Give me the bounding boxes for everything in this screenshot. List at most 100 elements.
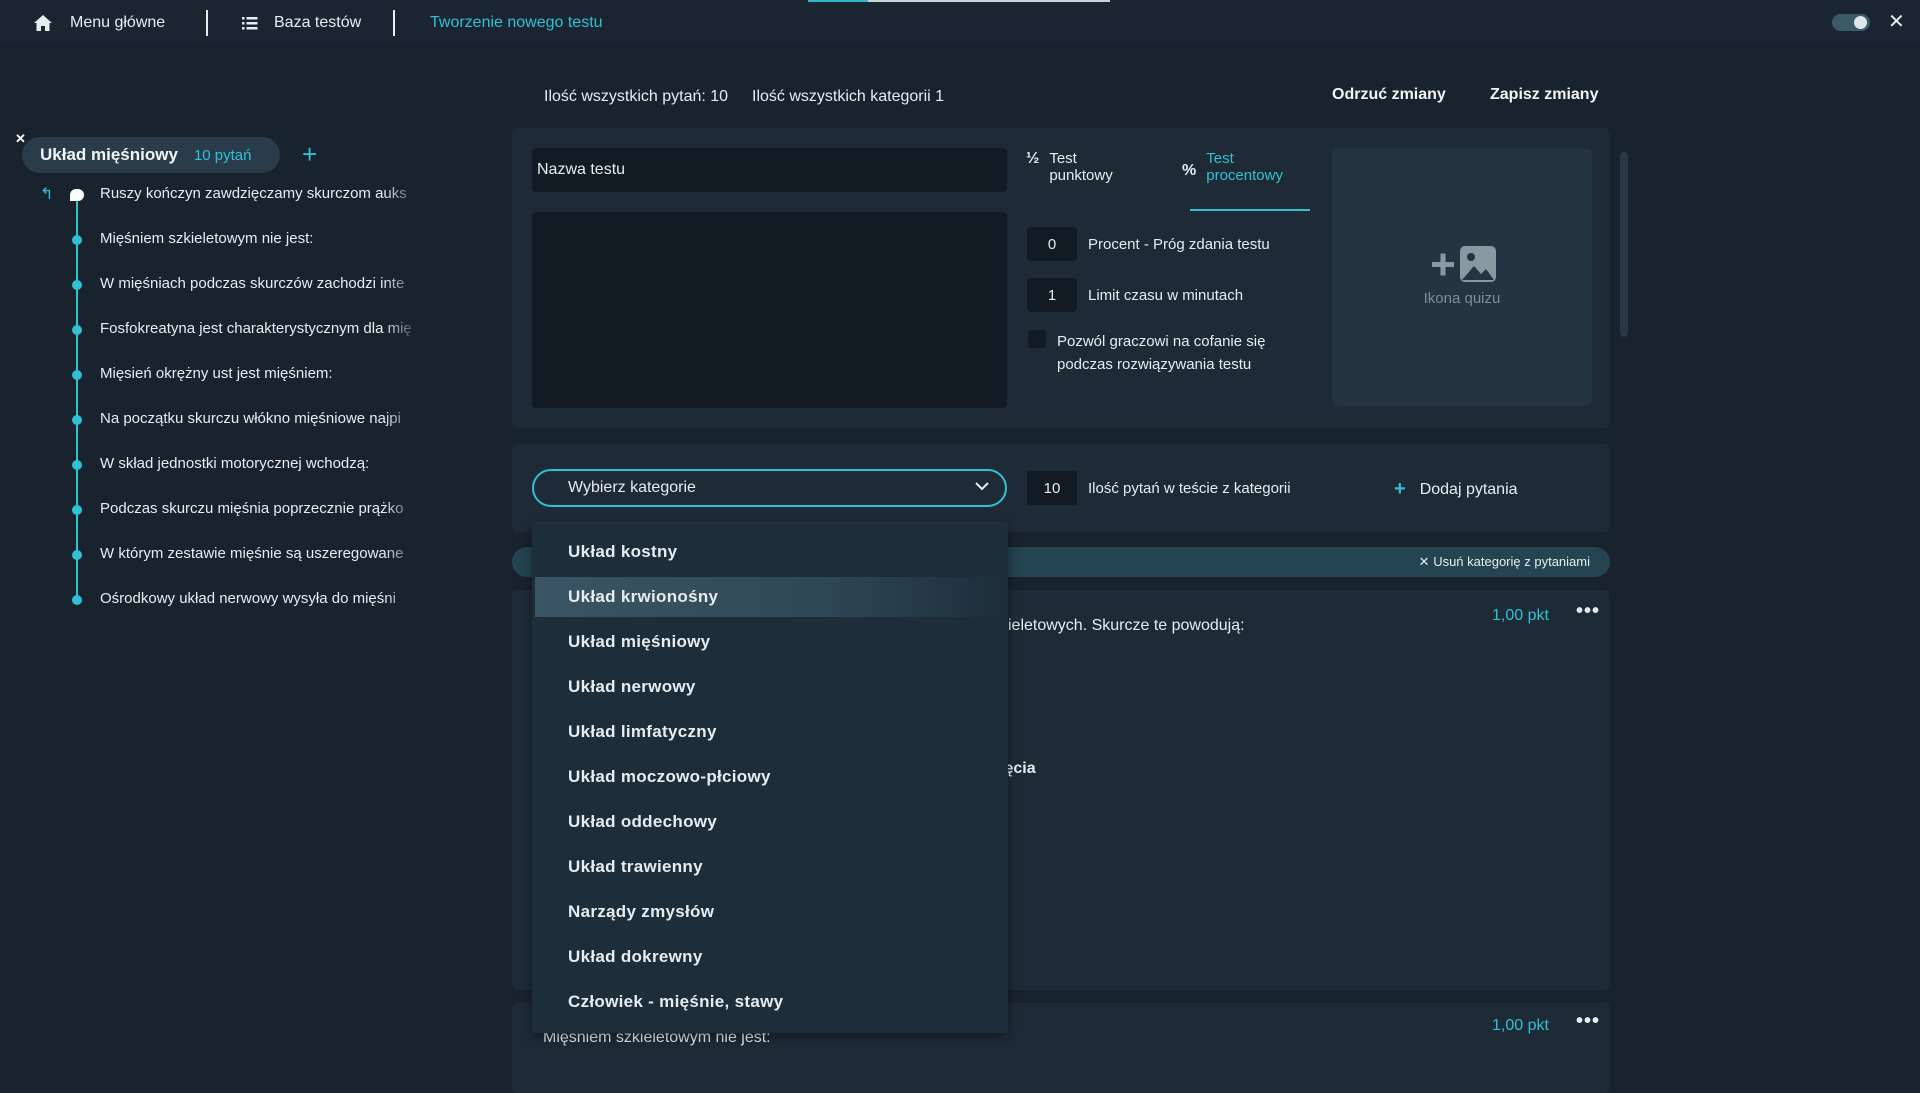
- sidebar-question-text: Mięsień okrężny ust jest mięśniem:: [100, 365, 333, 382]
- dropdown-option[interactable]: Układ moczowo-płciowy: [535, 757, 1005, 797]
- category-name: Układ mięśniowy: [40, 145, 178, 164]
- sidebar-question-item[interactable]: Na początku skurczu włókno mięśniowe naj…: [70, 410, 430, 430]
- tab-percent-test[interactable]: % Test procentowy: [1182, 150, 1283, 184]
- tree-node-dot: [72, 235, 82, 245]
- home-icon: [34, 15, 52, 31]
- sidebar-question-text: Podczas skurczu mięśnia poprzecznie prąż…: [100, 500, 404, 517]
- sidebar-question-text: Fosfokreatyna jest charakterystycznym dl…: [100, 320, 412, 337]
- question-points[interactable]: 1,00 pkt: [1492, 607, 1549, 625]
- dropdown-option-label: Układ dokrewny: [568, 947, 703, 966]
- test-name-input[interactable]: [532, 148, 1007, 192]
- add-questions-button[interactable]: + Dodaj pytania: [1394, 478, 1518, 501]
- percent-icon: %: [1182, 162, 1197, 179]
- back-arrow-icon[interactable]: ↰: [40, 184, 53, 204]
- threshold-input[interactable]: 0: [1027, 227, 1077, 261]
- tree-node-dot: [72, 505, 82, 515]
- loading-progress: [808, 0, 1110, 2]
- test-description-area[interactable]: [532, 212, 1007, 408]
- dropdown-option[interactable]: Układ dokrewny: [535, 937, 1005, 977]
- sidebar-question-text: Mięśniem szkieletowym nie jest:: [100, 230, 314, 247]
- dropdown-option[interactable]: Układ mięśniowy: [535, 622, 1005, 662]
- nav-home[interactable]: Menu główne: [34, 12, 165, 34]
- tree-node-dot: [72, 460, 82, 470]
- tree-connector: [76, 196, 78, 600]
- question-points[interactable]: 1,00 pkt: [1492, 1017, 1549, 1035]
- tree-node-dot: [72, 370, 82, 380]
- nav-tests[interactable]: Baza testów: [242, 12, 361, 34]
- allow-back-label: Pozwól graczowi na cofanie się podczas r…: [1057, 330, 1265, 376]
- tab-points-line2: punktowy: [1049, 167, 1113, 184]
- nav-home-label: Menu główne: [70, 14, 166, 31]
- tree-node-dot: [70, 189, 84, 201]
- threshold-label: Procent - Próg zdania testu: [1088, 236, 1270, 253]
- nav-tests-label: Baza testów: [274, 14, 362, 31]
- dropdown-option-label: Układ mięśniowy: [568, 632, 711, 651]
- tab-percent-line2: procentowy: [1206, 167, 1283, 184]
- tab-percent-line1: Test: [1206, 150, 1234, 167]
- dropdown-option-label: Człowiek - mięśnie, stawy: [568, 992, 784, 1011]
- dropdown-option[interactable]: Narządy zmysłów: [535, 892, 1005, 932]
- category-question-count-input[interactable]: 10: [1027, 471, 1077, 505]
- dropdown-option[interactable]: Układ limfatyczny: [535, 712, 1005, 752]
- close-icon[interactable]: ✕: [1888, 10, 1905, 34]
- allow-back-checkbox[interactable]: [1028, 330, 1046, 348]
- sidebar-question-item[interactable]: W skład jednostki motorycznej wchodzą:: [70, 455, 430, 475]
- dropdown-option-label: Układ limfatyczny: [568, 722, 717, 741]
- tree-node-dot: [72, 280, 82, 290]
- dropdown-option[interactable]: Układ kostny: [535, 532, 1005, 572]
- sidebar-question-item[interactable]: Ruszy kończyn zawdzięczamy skurczom auks: [70, 185, 430, 205]
- dropdown-option-label: Układ oddechowy: [568, 812, 718, 831]
- list-icon: [242, 16, 258, 30]
- top-bar: Menu główne Baza testów Tworzenie nowego…: [0, 0, 1920, 46]
- more-options-icon[interactable]: •••: [1576, 1010, 1600, 1033]
- time-limit-label: Limit czasu w minutach: [1088, 287, 1244, 304]
- dropdown-option[interactable]: Układ oddechowy: [535, 802, 1005, 842]
- dropdown-option[interactable]: Układ krwionośny: [535, 577, 1005, 617]
- dropdown-option-label: Układ moczowo-płciowy: [568, 767, 771, 786]
- remove-category-button[interactable]: ✕ Usuń kategorię z pytaniami: [1419, 554, 1590, 570]
- active-tab-indicator: [1190, 209, 1310, 211]
- questions-count: Ilość wszystkich pytań: 10: [544, 88, 729, 105]
- sidebar-question-item[interactable]: Fosfokreatyna jest charakterystycznym dl…: [70, 320, 430, 340]
- remove-category-label: Usuń kategorię z pytaniami: [1433, 554, 1590, 569]
- dropdown-option[interactable]: Układ nerwowy: [535, 667, 1005, 707]
- category-select[interactable]: Wybierz kategorie: [532, 469, 1007, 507]
- dropdown-option[interactable]: Układ trawienny: [535, 847, 1005, 887]
- save-button[interactable]: Zapisz zmiany: [1490, 86, 1598, 104]
- add-questions-label: Dodaj pytania: [1419, 480, 1518, 498]
- sidebar-question-text: Ośrodkowy układ nerwowy wysyła do mięśni: [100, 590, 396, 607]
- quiz-icon-upload[interactable]: Ikona quizu: [1332, 148, 1592, 406]
- scrollbar[interactable]: [1620, 152, 1628, 337]
- sidebar-question-item[interactable]: W mięśniach podczas skurczów zachodzi in…: [70, 275, 430, 295]
- more-options-icon[interactable]: •••: [1576, 600, 1600, 623]
- sidebar-question-item[interactable]: Mięsień okrężny ust jest mięśniem:: [70, 365, 430, 385]
- nav-divider: [206, 10, 208, 36]
- nav-divider: [393, 10, 395, 36]
- theme-toggle[interactable]: [1832, 14, 1870, 31]
- allow-back-line1: Pozwól graczowi na cofanie się: [1057, 333, 1266, 350]
- time-limit-input[interactable]: 1: [1027, 278, 1077, 312]
- chevron-down-icon: [975, 482, 989, 491]
- sidebar-question-text: Ruszy kończyn zawdzięczamy skurczom auks: [100, 185, 407, 202]
- add-image-icon: [1432, 246, 1496, 282]
- quiz-icon-label: Ikona quizu: [1423, 290, 1501, 307]
- nav-current[interactable]: Tworzenie nowego testu: [430, 12, 603, 34]
- sidebar-question-text: W którym zestawie mięśnie są uszeregowan…: [100, 545, 404, 562]
- dropdown-option-label: Układ kostny: [568, 542, 678, 561]
- dropdown-option-label: Układ trawienny: [568, 857, 703, 876]
- tree-node-dot: [72, 595, 82, 605]
- tree-node-dot: [72, 325, 82, 335]
- sidebar-question-item[interactable]: W którym zestawie mięśnie są uszeregowan…: [70, 545, 430, 565]
- category-dropdown-list: Układ kostny Układ krwionośny Układ mięśni…: [532, 521, 1008, 1033]
- tab-points-test[interactable]: ½ Test punktowy: [1026, 150, 1113, 184]
- sidebar-question-text: W skład jednostki motorycznej wchodzą:: [100, 455, 370, 472]
- nav-current-label: Tworzenie nowego testu: [430, 14, 603, 31]
- dropdown-option-label: Układ krwionośny: [568, 587, 719, 606]
- discard-button[interactable]: Odrzuć zmiany: [1332, 86, 1446, 104]
- sidebar-question-item[interactable]: Podczas skurczu mięśnia poprzecznie prąż…: [70, 500, 430, 520]
- sidebar-question-item[interactable]: Mięśniem szkieletowym nie jest:: [70, 230, 430, 250]
- dropdown-option[interactable]: Człowiek - mięśnie, stawy: [535, 982, 1005, 1022]
- add-category-icon[interactable]: +: [302, 141, 317, 167]
- sidebar-question-item[interactable]: Ośrodkowy układ nerwowy wysyła do mięśni: [70, 590, 430, 610]
- category-chip[interactable]: Układ mięśniowy 10 pytań: [22, 137, 280, 173]
